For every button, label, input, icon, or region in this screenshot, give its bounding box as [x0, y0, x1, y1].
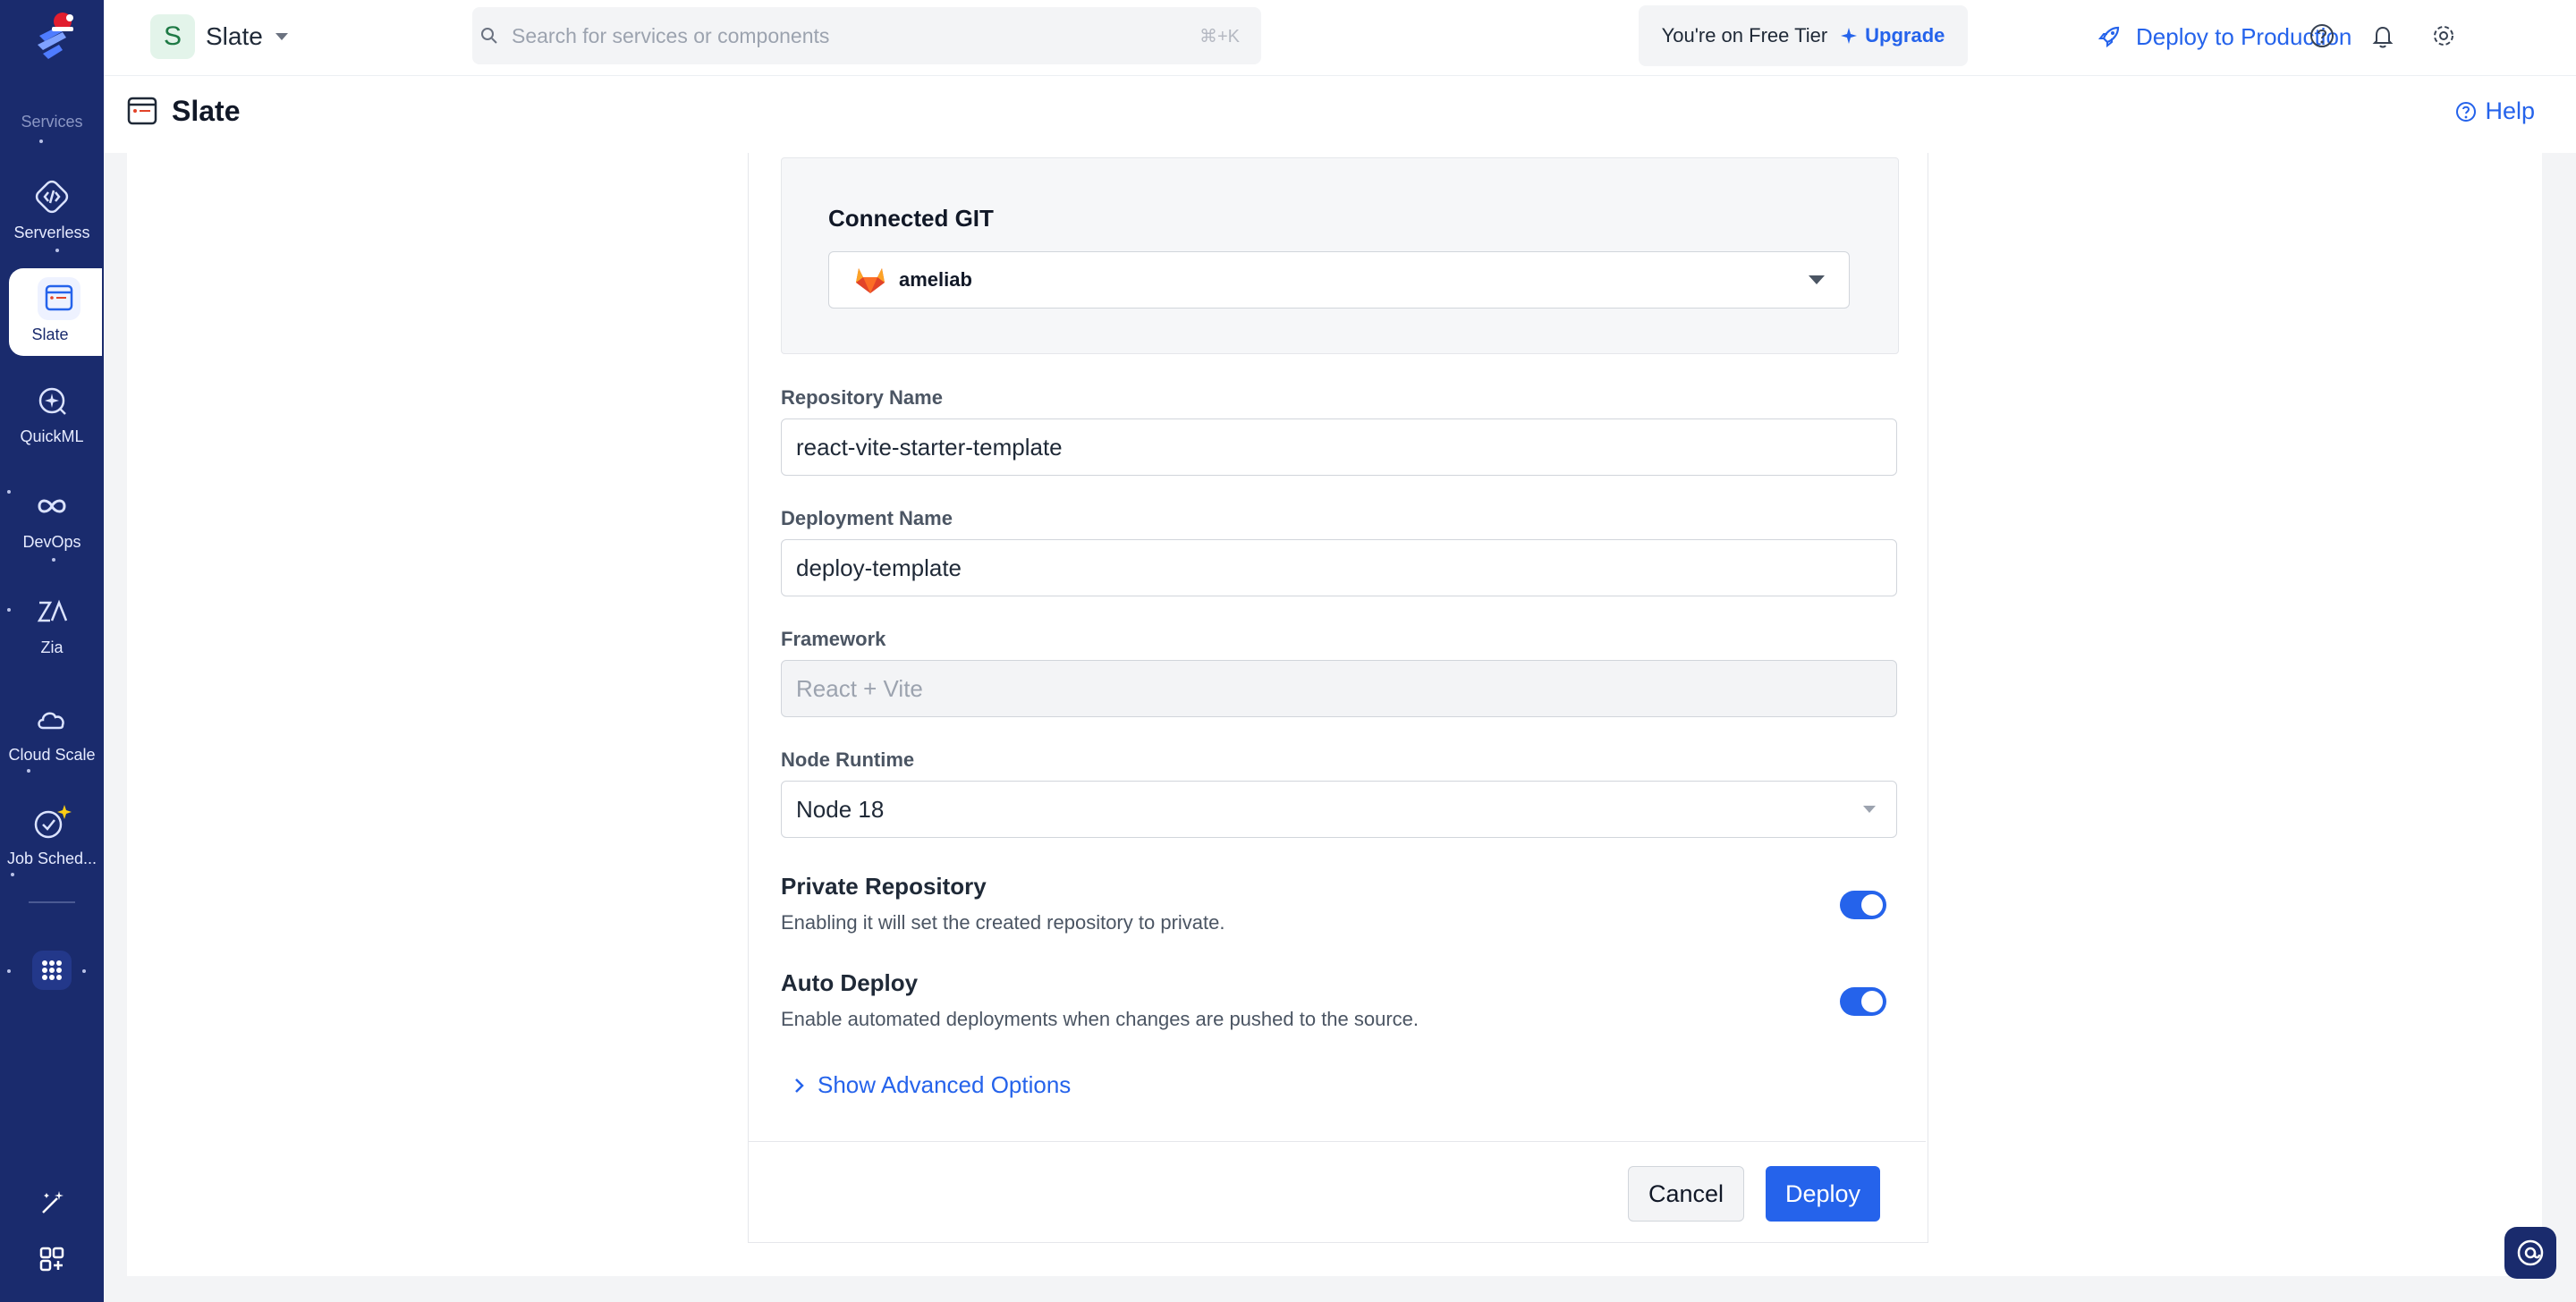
decorative-dot — [55, 249, 59, 252]
rail-item-zia[interactable]: Zia — [0, 590, 104, 657]
code-brackets-icon — [30, 175, 73, 218]
slate-icon — [38, 277, 80, 320]
top-bar: S Slate Search for services or component… — [104, 0, 2576, 75]
add-widget-icon[interactable] — [36, 1243, 68, 1275]
decorative-dot — [7, 608, 11, 612]
deploy-button[interactable]: Deploy — [1766, 1166, 1880, 1222]
decorative-dot — [82, 969, 86, 973]
rocket-icon — [2097, 26, 2120, 48]
quickml-icon — [30, 379, 73, 422]
private-repository-row: Private Repository Enabling it will set … — [781, 873, 1897, 934]
deployment-name-input[interactable]: deploy-template — [781, 539, 1897, 596]
help-circle-icon — [2456, 101, 2477, 122]
rail-item-slate[interactable]: Slate — [9, 268, 102, 356]
repo-name-input[interactable]: react-vite-starter-template — [781, 418, 1897, 476]
rail-item-cloud-scale[interactable]: Cloud Scale — [0, 698, 104, 765]
rail-item-label: Slate — [31, 326, 69, 343]
framework-label: Framework — [781, 628, 886, 650]
upgrade-link[interactable]: Upgrade — [1840, 24, 1945, 47]
auto-deploy-desc: Enable automated deployments when change… — [781, 1008, 1419, 1030]
help-label: Help — [2485, 97, 2535, 124]
connected-git-value: ameliab — [899, 268, 972, 291]
deployment-name-label: Deployment Name — [781, 507, 953, 529]
rail-divider — [29, 901, 75, 903]
job-scheduler-icon — [30, 801, 73, 844]
connected-git-label: Connected GIT — [828, 205, 994, 232]
free-tier-banner: You're on Free Tier Upgrade — [1639, 5, 1968, 66]
node-runtime-label: Node Runtime — [781, 748, 915, 771]
sparkle-icon — [1841, 28, 1858, 44]
help-link[interactable]: Help — [2454, 97, 2535, 125]
private-repo-desc: Enabling it will set the created reposit… — [781, 911, 1225, 934]
rail-item-label: Serverless — [13, 224, 90, 241]
decorative-dot — [27, 769, 30, 773]
rail-item-label: Cloud Scale — [8, 746, 96, 764]
zia-icon — [30, 590, 73, 633]
slate-icon — [127, 97, 157, 125]
advanced-label: Show Advanced Options — [818, 1071, 1072, 1098]
tier-text: You're on Free Tier — [1661, 24, 1828, 46]
chevron-right-icon — [795, 1078, 804, 1093]
caret-down-icon — [1809, 275, 1825, 284]
page-title: Slate — [172, 94, 241, 127]
framework-input: React + Vite — [781, 660, 1897, 717]
auto-deploy-title: Auto Deploy — [781, 969, 919, 996]
gitlab-icon — [856, 268, 885, 293]
private-repo-title: Private Repository — [781, 873, 987, 900]
search-input[interactable]: Search for services or components ⌘+K — [472, 7, 1261, 64]
rail-item-job-scheduling[interactable]: Job Sched... — [0, 801, 104, 868]
caret-down-icon — [1863, 806, 1876, 813]
form-footer-divider — [749, 1141, 1926, 1142]
search-shortcut: ⌘+K — [1199, 26, 1240, 46]
gear-icon[interactable] — [2426, 18, 2462, 54]
chat-at-icon — [2517, 1239, 2544, 1266]
page-header: Slate Help — [104, 75, 2576, 154]
node-runtime-select[interactable]: Node 18 — [781, 781, 1897, 838]
rail-item-devops[interactable]: DevOps — [0, 485, 104, 552]
connected-git-select[interactable]: ameliab — [828, 251, 1850, 309]
all-services-grid-icon[interactable] — [32, 951, 72, 990]
repo-name-label: Repository Name — [781, 386, 943, 409]
show-advanced-options-link[interactable]: Show Advanced Options — [794, 1071, 1071, 1099]
decorative-dot — [39, 140, 43, 143]
connected-git-section: Connected GIT ameliab — [781, 157, 1899, 354]
decorative-dot — [52, 558, 55, 562]
chevron-down-icon — [275, 33, 288, 40]
catalyst-logo-icon[interactable] — [27, 9, 77, 64]
auto-deploy-toggle[interactable] — [1840, 987, 1886, 1016]
bell-icon[interactable] — [2365, 18, 2401, 54]
devops-infinity-icon — [30, 485, 73, 528]
help-circle-icon[interactable] — [2304, 18, 2340, 54]
rail-item-label: Zia — [40, 638, 64, 656]
magic-wand-icon[interactable] — [36, 1186, 68, 1218]
decorative-dot — [11, 873, 14, 876]
private-repo-toggle[interactable] — [1840, 891, 1886, 919]
chat-assistant-button[interactable] — [2504, 1227, 2556, 1279]
rail-item-serverless[interactable]: Serverless — [0, 175, 104, 242]
auto-deploy-row: Auto Deploy Enable automated deployments… — [781, 969, 1897, 1031]
rail-item-label: QuickML — [20, 427, 84, 445]
search-icon — [481, 28, 497, 44]
decorative-dot — [7, 490, 11, 494]
project-avatar: S — [150, 14, 195, 59]
cancel-button[interactable]: Cancel — [1628, 1166, 1744, 1222]
search-placeholder: Search for services or components — [512, 23, 830, 47]
rail-item-label: DevOps — [22, 533, 81, 551]
project-switcher[interactable]: S Slate — [150, 13, 290, 61]
services-heading: Services — [21, 113, 83, 131]
rail-item-quickml[interactable]: QuickML — [0, 379, 104, 446]
node-runtime-value: Node 18 — [796, 795, 885, 823]
decorative-dot — [7, 969, 11, 973]
project-name: Slate — [206, 22, 263, 50]
services-rail: Services Serverless Slate QuickML DevOps… — [0, 0, 104, 1302]
cloud-scale-icon — [30, 698, 73, 740]
rail-item-label: Job Sched... — [6, 850, 97, 867]
upgrade-label: Upgrade — [1865, 24, 1945, 46]
